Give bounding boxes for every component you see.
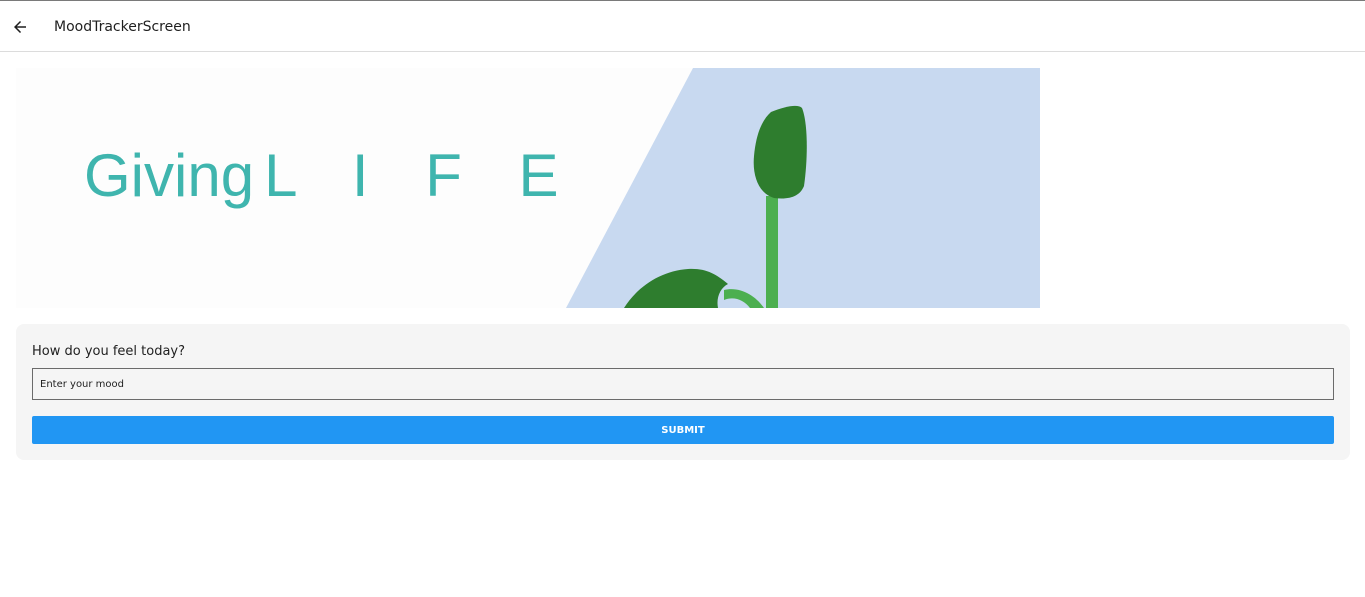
mood-input[interactable] bbox=[32, 368, 1334, 400]
arrow-left-icon bbox=[14, 21, 26, 33]
app-bar: MoodTrackerScreen bbox=[0, 0, 1365, 52]
back-button[interactable] bbox=[8, 15, 32, 39]
mood-card: How do you feel today? SUBMIT bbox=[16, 324, 1350, 460]
plant-stem bbox=[766, 196, 778, 308]
submit-button[interactable]: SUBMIT bbox=[32, 416, 1334, 444]
banner-title-word: Giving bbox=[84, 142, 255, 209]
banner-image: Giving L I F E bbox=[16, 68, 1040, 308]
banner-title: Giving L I F E bbox=[84, 146, 579, 206]
mood-question: How do you feel today? bbox=[32, 344, 186, 359]
page-title: MoodTrackerScreen bbox=[54, 19, 191, 35]
banner-title-life: L I F E bbox=[264, 142, 579, 209]
